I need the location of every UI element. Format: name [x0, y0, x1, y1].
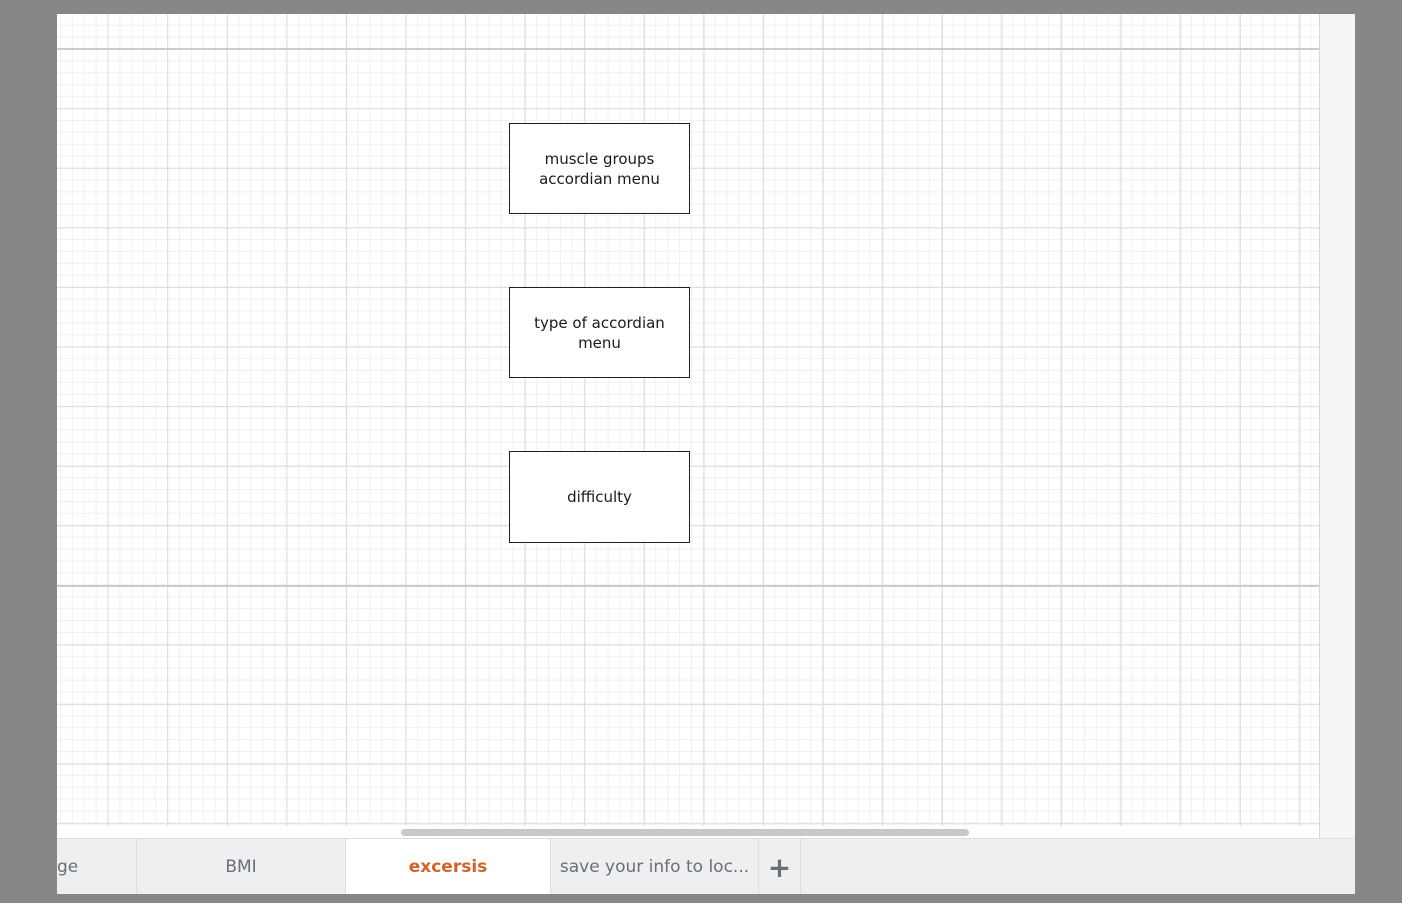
shape-muscle-groups[interactable]: muscle groups accordian menu [509, 123, 690, 214]
diagram-canvas[interactable]: muscle groups accordian menu type of acc… [57, 14, 1355, 840]
plus-icon: + [767, 850, 792, 884]
top-frame [8, 0, 1398, 14]
shape-label: muscle groups accordian menu [539, 149, 660, 188]
tab-bmi[interactable]: BMI [137, 839, 346, 895]
bottom-frame [8, 894, 1398, 903]
shape-label: difficulty [567, 488, 632, 506]
tab-save-your-info[interactable]: save your info to loc... [551, 839, 759, 895]
page-tab-bar: ge BMI excersis save your info to loc...… [57, 838, 1355, 895]
shape-difficulty[interactable]: difficulty [509, 451, 690, 543]
tab-page-partial[interactable]: ge [57, 839, 137, 895]
right-side-panel [1319, 14, 1356, 840]
diagram-editor-window: muscle groups accordian menu type of acc… [8, 0, 1398, 903]
horizontal-scrollbar[interactable] [57, 826, 1319, 838]
right-frame [1355, 0, 1398, 903]
page-break-top [57, 48, 1319, 50]
tab-label: BMI [225, 857, 257, 877]
tab-excersis[interactable]: excersis [346, 839, 551, 895]
shape-type-of-accordian[interactable]: type of accordian menu [509, 287, 690, 378]
add-page-button[interactable]: + [759, 839, 801, 895]
horizontal-scrollbar-thumb[interactable] [401, 829, 969, 836]
shape-label: type of accordian menu [534, 313, 665, 352]
left-frame [8, 0, 57, 903]
tab-label: excersis [408, 857, 488, 877]
tab-label: save your info to loc... [559, 857, 750, 877]
page-break-middle [57, 585, 1319, 587]
tab-label: ge [57, 857, 79, 877]
